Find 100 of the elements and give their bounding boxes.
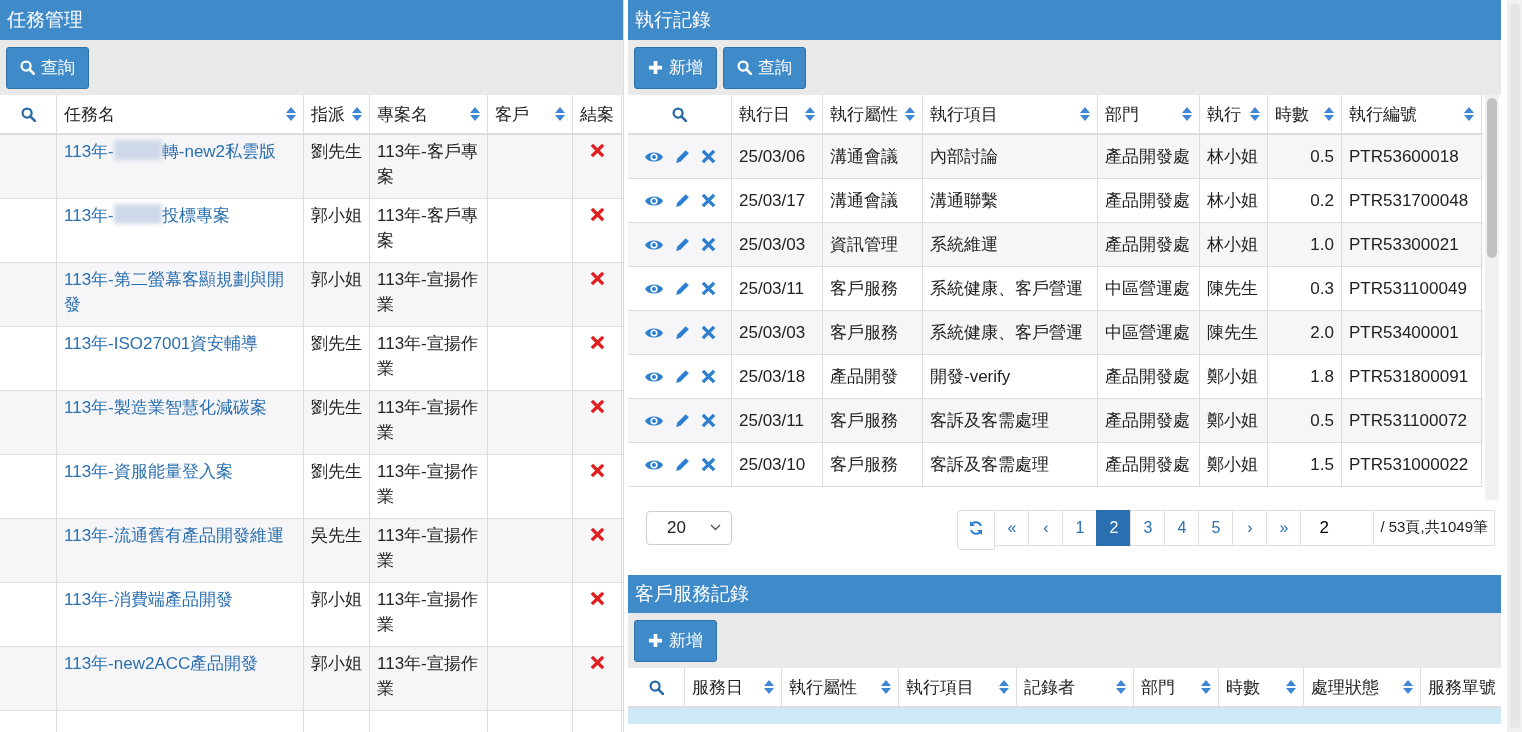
column-header[interactable]: 部門 xyxy=(1141,675,1175,699)
page-button[interactable]: 2 xyxy=(1096,509,1132,546)
table-cell-text: 系統維運 xyxy=(930,234,998,256)
sort-icon[interactable] xyxy=(1324,106,1334,122)
plus-icon xyxy=(648,633,663,648)
close-icon[interactable] xyxy=(589,399,605,414)
column-header[interactable]: 時數 xyxy=(1226,675,1260,699)
search-icon[interactable] xyxy=(648,679,664,695)
sort-icon[interactable] xyxy=(805,106,815,122)
task-link[interactable]: 113年-製造業智慧化減碳案 xyxy=(64,395,267,420)
table-cell-text: 郭小姐 xyxy=(311,653,362,675)
sort-icon[interactable] xyxy=(1403,679,1413,695)
column-header[interactable]: 任務名 xyxy=(57,95,304,133)
column-header[interactable]: 處理狀態 xyxy=(1311,675,1379,699)
column-header[interactable]: 執行編號 xyxy=(1349,102,1417,126)
close-icon[interactable] xyxy=(700,193,716,208)
close-icon[interactable] xyxy=(589,335,605,350)
column-header[interactable]: 客戶 xyxy=(488,95,573,133)
close-icon[interactable] xyxy=(589,271,605,286)
task-link[interactable]: 113年-流通舊有產品開發維運 xyxy=(64,523,284,548)
column-header[interactable]: 結案 xyxy=(573,95,622,133)
task-link[interactable]: 113年- 轉-new2私雲版 xyxy=(64,139,277,164)
scrollbar[interactable] xyxy=(1485,95,1499,500)
sort-icon[interactable] xyxy=(1464,106,1474,122)
close-icon[interactable] xyxy=(589,591,605,606)
task-link[interactable]: 113年-資服能量登入案 xyxy=(64,459,233,484)
refresh-button[interactable] xyxy=(957,509,996,550)
sort-icon[interactable] xyxy=(286,106,296,122)
close-icon[interactable] xyxy=(700,457,716,472)
column-header[interactable]: 時數 xyxy=(1275,102,1309,126)
add-button[interactable]: 新增 xyxy=(634,46,717,89)
task-link[interactable]: 113年-第二螢幕客顯規劃與開發 xyxy=(64,267,296,317)
column-header[interactable]: 執行 xyxy=(1207,102,1241,126)
column-header[interactable]: 執行日 xyxy=(739,102,790,126)
sort-icon[interactable] xyxy=(470,106,480,122)
first-page-button[interactable]: « xyxy=(994,509,1030,546)
column-header[interactable]: 執行項目 xyxy=(930,102,998,126)
pencil-icon[interactable] xyxy=(673,280,691,297)
table-cell-text: 客戶服務 xyxy=(830,278,898,300)
column-header[interactable]: 執行屬性 xyxy=(789,675,857,699)
search-icon xyxy=(20,60,35,75)
table-cell-text: 資訊管理 xyxy=(830,234,898,256)
search-button[interactable]: 查詢 xyxy=(6,46,89,89)
column-header[interactable]: 服務單號 xyxy=(1428,675,1496,699)
search-button[interactable]: 查詢 xyxy=(723,46,806,89)
close-icon[interactable] xyxy=(589,143,605,158)
next-page-button[interactable]: › xyxy=(1232,509,1268,546)
sort-icon[interactable] xyxy=(1116,679,1126,695)
column-header[interactable]: 指派 xyxy=(304,95,370,133)
close-icon[interactable] xyxy=(700,325,716,340)
column-header[interactable]: 服務日 xyxy=(692,675,743,699)
table-cell-text: 中區營運處 xyxy=(1105,278,1190,300)
pencil-icon[interactable] xyxy=(673,192,691,209)
column-header[interactable]: 執行屬性 xyxy=(830,102,898,126)
sort-icon[interactable] xyxy=(1182,106,1192,122)
close-icon[interactable] xyxy=(589,655,605,670)
page-number-field[interactable]: 2 xyxy=(1300,509,1375,546)
scrollbar[interactable] xyxy=(1507,0,1522,732)
sort-icon[interactable] xyxy=(555,106,565,122)
sort-icon[interactable] xyxy=(999,679,1009,695)
page-size-select[interactable]: 20 xyxy=(646,510,732,545)
sort-icon[interactable] xyxy=(905,106,915,122)
task-link[interactable]: 113年-new2ACC產品開發 xyxy=(64,651,259,676)
task-link[interactable]: 113年- 投標專案 xyxy=(64,203,230,228)
page-button[interactable]: 3 xyxy=(1130,509,1166,546)
close-icon[interactable] xyxy=(700,413,716,428)
task-link[interactable]: 113年-消費端產品開發 xyxy=(64,587,233,612)
sort-icon[interactable] xyxy=(1080,106,1090,122)
sort-icon[interactable] xyxy=(1201,679,1211,695)
pencil-icon[interactable] xyxy=(673,412,691,429)
sort-icon[interactable] xyxy=(1286,679,1296,695)
sort-icon[interactable] xyxy=(1250,106,1260,122)
search-icon[interactable] xyxy=(672,106,687,122)
column-header[interactable]: 專案名 xyxy=(370,95,488,133)
column-header[interactable]: 部門 xyxy=(1105,102,1139,126)
page-button[interactable]: 5 xyxy=(1198,509,1234,546)
pencil-icon[interactable] xyxy=(673,456,691,473)
close-icon[interactable] xyxy=(589,463,605,478)
pencil-icon[interactable] xyxy=(673,368,691,385)
column-header[interactable]: 執行項目 xyxy=(906,675,974,699)
close-icon[interactable] xyxy=(700,149,716,164)
close-icon[interactable] xyxy=(589,527,605,542)
pencil-icon[interactable] xyxy=(673,324,691,341)
sort-icon[interactable] xyxy=(881,679,891,695)
pencil-icon[interactable] xyxy=(673,148,691,165)
previous-page-button[interactable]: ‹ xyxy=(1028,509,1064,546)
close-icon[interactable] xyxy=(700,281,716,296)
close-icon[interactable] xyxy=(700,237,716,252)
close-icon[interactable] xyxy=(589,207,605,222)
pencil-icon[interactable] xyxy=(673,236,691,253)
search-icon[interactable] xyxy=(20,106,36,122)
task-link[interactable]: 113年-ISO27001資安輔導 xyxy=(64,331,259,356)
column-header[interactable]: 記錄者 xyxy=(1024,675,1075,699)
last-page-button[interactable]: » xyxy=(1266,509,1302,546)
sort-icon[interactable] xyxy=(764,679,774,695)
page-button[interactable]: 4 xyxy=(1164,509,1200,546)
page-button[interactable]: 1 xyxy=(1062,509,1098,546)
add-button[interactable]: 新增 xyxy=(634,619,717,662)
sort-icon[interactable] xyxy=(352,106,362,122)
close-icon[interactable] xyxy=(700,369,716,384)
